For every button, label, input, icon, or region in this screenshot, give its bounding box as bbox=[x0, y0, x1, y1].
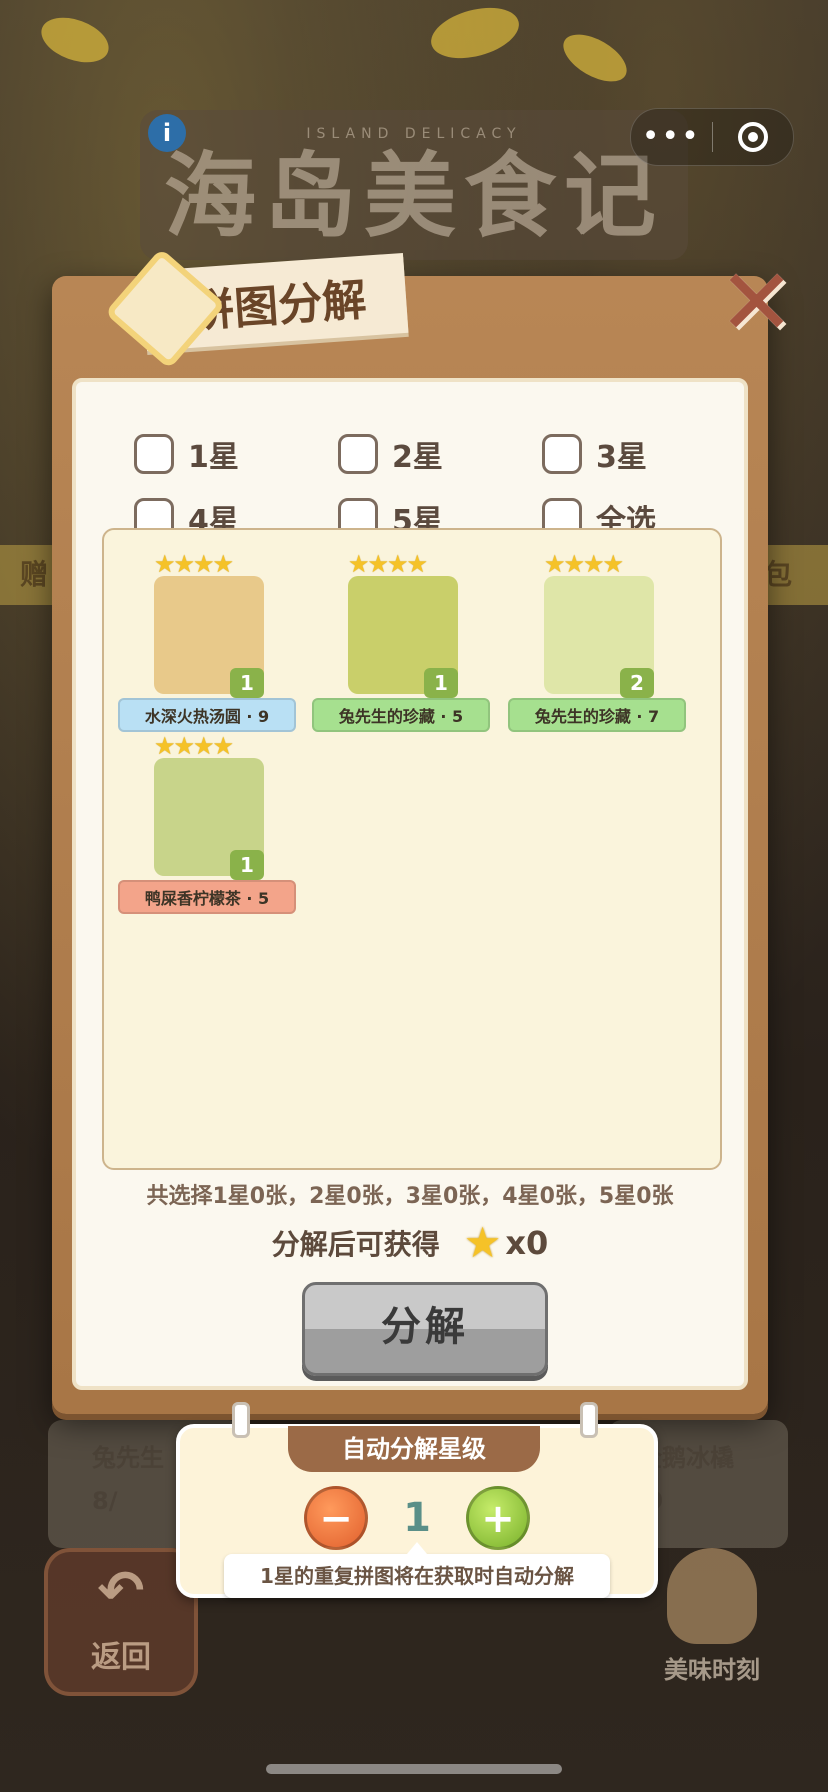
binder-ring-icon bbox=[580, 1402, 598, 1438]
puzzle-piece-card[interactable]: ★★★★ 2 兔先生的珍藏 · 7 bbox=[508, 550, 686, 732]
star-level-stepper: − 1 + bbox=[304, 1486, 530, 1550]
binder-ring-icon bbox=[232, 1402, 250, 1438]
reward-quantity: x0 bbox=[505, 1223, 549, 1262]
mini-program-capsule: ••• bbox=[630, 108, 794, 166]
puzzle-piece-card[interactable]: ★★★★ 1 兔先生的珍藏 · 5 bbox=[312, 550, 490, 732]
piece-name-banner: 兔先生的珍藏 · 7 bbox=[508, 698, 686, 732]
reward-label: 分解后可获得 bbox=[271, 1227, 440, 1261]
piece-count-badge: 2 bbox=[620, 668, 654, 698]
dialog-title-ribbon: 拼图分解 bbox=[104, 248, 409, 370]
more-dots-icon[interactable]: ••• bbox=[631, 109, 712, 165]
home-indicator bbox=[266, 1764, 562, 1774]
star-rating: ★★★★ bbox=[348, 550, 428, 578]
star-rating: ★★★★ bbox=[154, 732, 234, 760]
checkbox[interactable] bbox=[542, 434, 582, 474]
piece-count-badge: 1 bbox=[424, 668, 458, 698]
filter-1-star[interactable]: 1星 bbox=[134, 432, 338, 476]
hamster-chef-icon bbox=[667, 1548, 757, 1644]
star-rating: ★★★★ bbox=[154, 550, 234, 578]
puzzle-piece-list: ★★★★ 1 水深火热汤圆 · 9 ★★★★ 1 兔先生的珍藏 · 5 ★★★★… bbox=[102, 528, 722, 1170]
back-button[interactable]: ↶ 返回 bbox=[44, 1548, 198, 1696]
star-level-value: 1 bbox=[403, 1495, 431, 1541]
puzzle-piece-card[interactable]: ★★★★ 1 鸭屎香柠檬茶 · 5 bbox=[118, 732, 296, 914]
selection-summary: 共选择1星0张，2星0张，3星0张，4星0张，5星0张 bbox=[146, 1184, 674, 1209]
minus-button[interactable]: − bbox=[304, 1486, 368, 1550]
reward-row: 分解后可获得 ★ x0 bbox=[76, 1218, 744, 1267]
game-logo: ISLAND DELICACY 海岛美食记 bbox=[140, 110, 688, 260]
dialog-content: 1星 2星 3星 4星 5星 全选 ★★★★ 1 水深火热汤圆 · 9 ★★★★… bbox=[72, 378, 748, 1390]
piece-name-banner: 兔先生的珍藏 · 5 bbox=[312, 698, 490, 732]
logo-title: 海岛美食记 bbox=[163, 143, 664, 250]
info-icon[interactable]: i bbox=[148, 114, 186, 152]
moment-label: 美味时刻 bbox=[664, 1656, 760, 1684]
logo-subtitle: ISLAND DELICACY bbox=[306, 126, 522, 142]
piece-name-banner: 鸭屎香柠檬茶 · 5 bbox=[118, 880, 296, 914]
decompose-button[interactable]: 分解 bbox=[302, 1282, 548, 1376]
plus-button[interactable]: + bbox=[466, 1486, 530, 1550]
auto-decompose-hint: 1星的重复拼图将在获取时自动分解 bbox=[224, 1542, 610, 1598]
filter-2-star[interactable]: 2星 bbox=[338, 432, 542, 476]
filter-3-star[interactable]: 3星 bbox=[542, 432, 692, 476]
auto-decompose-title: 自动分解星级 bbox=[288, 1426, 540, 1472]
checkbox[interactable] bbox=[134, 434, 174, 474]
back-label: 返回 bbox=[91, 1640, 151, 1675]
piece-count-badge: 1 bbox=[230, 668, 264, 698]
star-icon: ★ bbox=[463, 1218, 502, 1267]
delicious-moment-button[interactable]: 美味时刻 bbox=[650, 1548, 774, 1685]
target-circle-icon[interactable] bbox=[713, 122, 794, 152]
puzzle-decompose-dialog: 拼图分解 ✕ 1星 2星 3星 4星 5星 全选 ★★★★ 1 水深火热汤圆 ·… bbox=[52, 248, 795, 1414]
close-icon[interactable]: ✕ bbox=[718, 257, 795, 349]
checkbox[interactable] bbox=[338, 434, 378, 474]
star-rating: ★★★★ bbox=[544, 550, 624, 578]
puzzle-piece-card[interactable]: ★★★★ 1 水深火热汤圆 · 9 bbox=[118, 550, 296, 732]
piece-count-badge: 1 bbox=[230, 850, 264, 880]
piece-name-banner: 水深火热汤圆 · 9 bbox=[118, 698, 296, 732]
auto-decompose-panel: 自动分解星级 − 1 + 1星的重复拼图将在获取时自动分解 bbox=[176, 1402, 658, 1598]
back-arrow-icon: ↶ bbox=[97, 1559, 145, 1624]
